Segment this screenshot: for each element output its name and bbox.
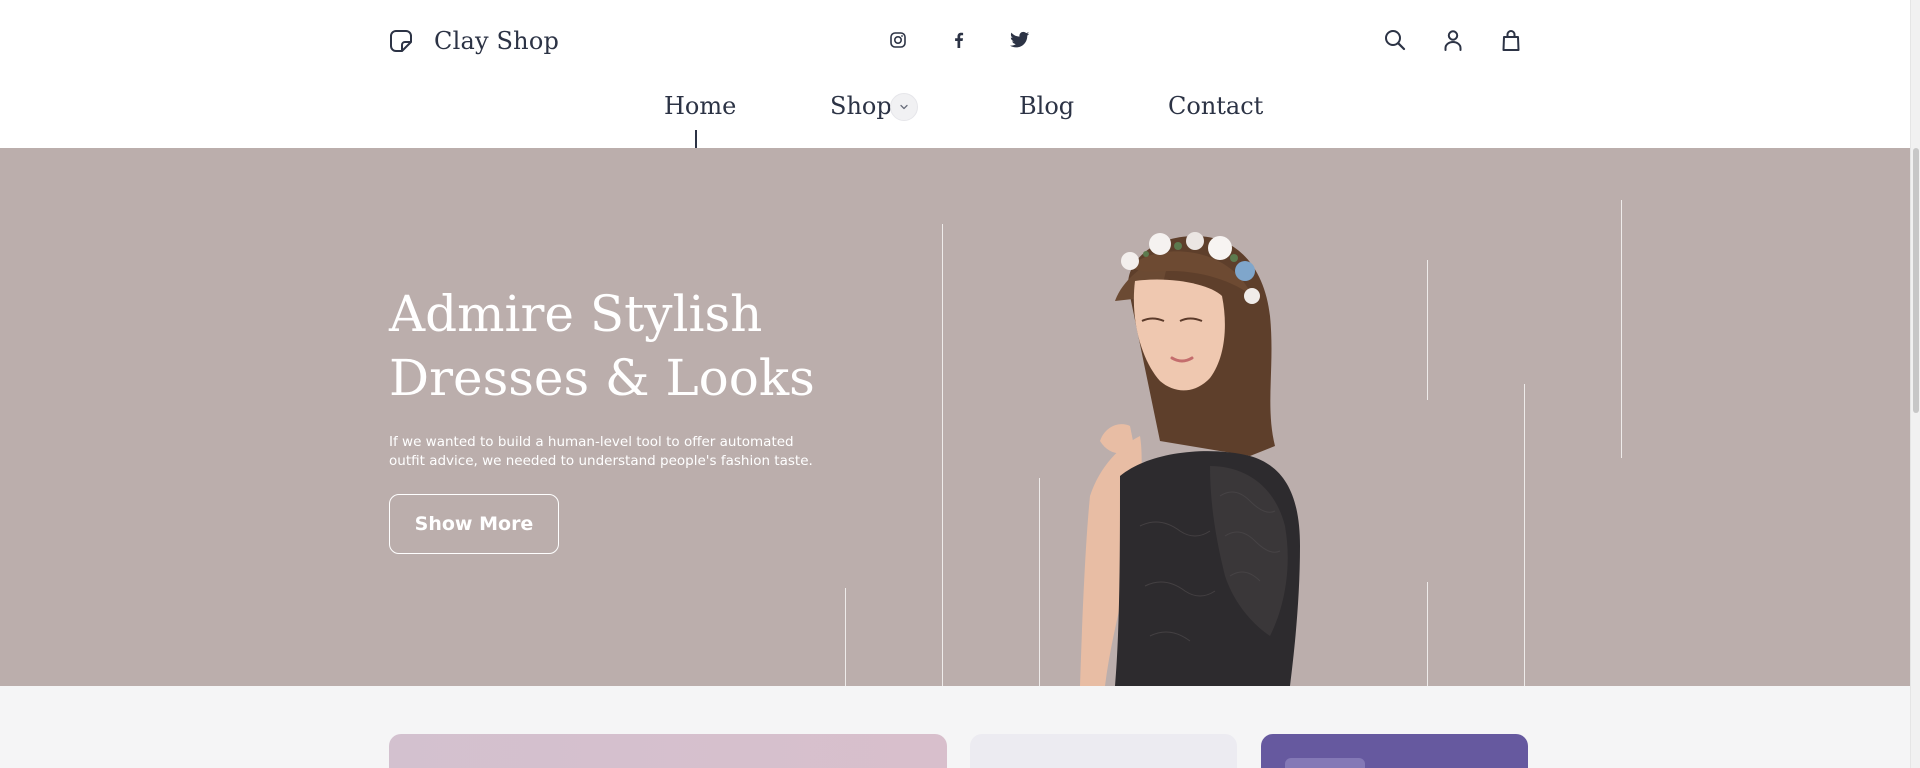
decorative-line	[1427, 260, 1428, 400]
nav-home[interactable]: Home	[664, 92, 736, 120]
category-card[interactable]	[970, 734, 1237, 768]
card-badge	[1285, 758, 1365, 768]
hero-title-line: Dresses & Looks	[389, 349, 815, 407]
brand-name: Clay Shop	[434, 27, 560, 55]
site-header: Clay Shop Home Shop Blog Contact	[0, 0, 1910, 148]
shopping-bag-icon	[1502, 30, 1520, 51]
nav-contact[interactable]: Contact	[1168, 92, 1263, 120]
twitter-link[interactable]	[1008, 28, 1032, 52]
hero-description: If we wanted to build a human-level tool…	[389, 434, 813, 469]
user-icon	[1444, 30, 1462, 51]
nav-shop[interactable]: Shop	[830, 92, 892, 120]
search-icon	[1385, 30, 1406, 51]
instagram-link[interactable]	[886, 28, 910, 52]
category-card[interactable]	[1261, 734, 1528, 768]
facebook-link[interactable]	[947, 28, 971, 52]
category-card[interactable]	[389, 734, 947, 768]
twitter-icon	[1010, 31, 1030, 48]
sticky-note-icon	[390, 30, 412, 52]
decorative-line	[942, 224, 943, 686]
account-button[interactable]	[1439, 26, 1467, 54]
chevron-down-icon	[900, 104, 908, 110]
show-more-button[interactable]: Show More	[389, 494, 559, 554]
hero-banner: Admire Stylish Dresses & Looks If we wan…	[0, 148, 1910, 686]
brand-logo[interactable]: Clay Shop	[388, 26, 559, 56]
decorative-line	[1621, 200, 1622, 458]
decorative-line	[1524, 384, 1525, 686]
page-scrollbar[interactable]	[1910, 0, 1920, 768]
hero-model-image	[1080, 232, 1300, 686]
hero-title: Admire Stylish Dresses & Looks	[389, 282, 909, 410]
category-section	[0, 686, 1910, 768]
instagram-icon	[890, 32, 906, 48]
search-button[interactable]	[1381, 26, 1409, 54]
nav-blog[interactable]: Blog	[1019, 92, 1074, 120]
decorative-line	[1427, 582, 1428, 686]
decorative-line	[1039, 478, 1040, 686]
decorative-line	[845, 588, 846, 686]
hero-title-line: Admire Stylish	[389, 285, 763, 343]
scrollbar-thumb[interactable]	[1913, 148, 1919, 413]
facebook-icon	[955, 32, 964, 48]
shop-dropdown-toggle[interactable]	[890, 93, 918, 121]
cart-button[interactable]	[1497, 26, 1525, 54]
active-nav-indicator	[695, 130, 697, 148]
